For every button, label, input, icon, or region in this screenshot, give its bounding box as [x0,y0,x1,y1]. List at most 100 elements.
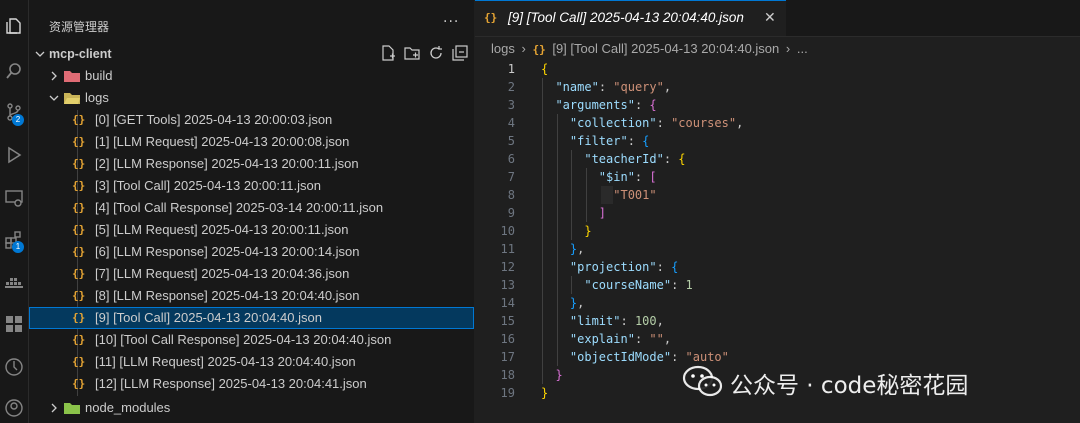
activity-bar: 2 1 [0,0,29,423]
code-line: "arguments": { [555,98,657,112]
file-item[interactable]: {} [1] [LLM Request] 2025-04-13 20:00:08.… [29,131,474,153]
code-line: "courseName": 1 [584,278,693,292]
remote-explorer-icon[interactable] [4,188,24,208]
json-file-icon: {} [72,333,86,346]
json-key: "filter" [569,134,628,148]
build-folder-icon [64,71,80,82]
file-label: [0] [GET Tools] 2025-04-13 20:00:03.json [95,112,333,127]
json-file-icon: {} [72,355,86,368]
file-label: [10] [Tool Call Response] 2025-04-13 20:… [95,332,392,347]
sidebar-title: 资源管理器 [49,20,110,34]
json-file-icon: {} [72,223,86,236]
code-line: "projection": { [569,260,679,274]
json-file-icon: {} [532,43,546,56]
json-file-icon: {} [72,157,86,170]
apps-grid-icon[interactable] [4,314,24,334]
file-label: [3] [Tool Call] 2025-04-13 20:00:11.json [95,178,321,193]
json-file-icon: {} [72,201,86,214]
accounts-icon[interactable] [4,398,24,418]
source-control-badge: 2 [12,114,24,126]
breadcrumb-symbol[interactable]: ... [797,41,808,56]
json-string: "T001" [613,188,657,202]
collapse-all-icon[interactable] [452,45,468,61]
json-file-icon: {} [72,113,86,126]
json-key: "objectIdMode" [569,350,672,364]
file-item[interactable]: {} [5] [LLM Request] 2025-04-13 20:00:11.… [29,219,474,241]
code-line: } [584,224,592,238]
json-key: "arguments" [555,98,635,112]
json-key: "limit" [569,314,621,328]
file-item[interactable]: {} [9] [Tool Call] 2025-04-13 20:04:40.js… [29,307,474,329]
code-line: "name": "query", [555,80,672,94]
chevron-right-icon [51,403,57,413]
json-key: "courseName" [584,278,672,292]
new-file-icon[interactable] [380,45,396,61]
file-label: [8] [LLM Response] 2025-04-13 20:04:40.j… [95,288,360,303]
file-item[interactable]: {} [0] [GET Tools] 2025-04-13 20:00:03.js… [29,109,474,131]
file-item[interactable]: {} [2] [LLM Response] 2025-04-13 20:00:11… [29,153,474,175]
code-line: }, [569,242,585,256]
folder-label: logs [85,90,109,105]
file-label: [2] [LLM Response] 2025-04-13 20:00:11.j… [95,156,359,171]
json-key: "$in" [598,170,635,184]
json-string: "courses" [671,116,737,130]
json-key: "name" [555,80,599,94]
json-file-icon: {} [72,311,86,324]
timeline-icon[interactable] [4,357,24,377]
more-actions-icon[interactable]: ··· [443,14,459,30]
json-key: "collection" [569,116,657,130]
folder-build[interactable]: build [29,65,474,87]
docker-icon[interactable] [4,272,24,292]
code-line: "T001" [475,186,1080,204]
file-label: [4] [Tool Call Response] 2025-03-14 20:0… [95,200,384,215]
explorer-icon[interactable] [4,16,24,36]
json-key: "explain" [569,332,635,346]
file-item[interactable]: {} [8] [LLM Response] 2025-04-13 20:04:40… [29,285,474,307]
file-label: [11] [LLM Request] 2025-04-13 20:04:40.j… [95,354,356,369]
json-file-icon: {} [72,245,86,258]
file-item[interactable]: {} [6] [LLM Response] 2025-04-13 20:00:14… [29,241,474,263]
folder-logs[interactable]: logs [29,87,474,109]
json-number: 100 [634,314,657,328]
wechat-logo-icon [682,365,723,397]
file-item[interactable]: {} [12] [LLM Response] 2025-04-13 20:04:4… [29,373,474,395]
logs-folder-icon [64,93,80,104]
tab-active-file[interactable]: {} [9] [Tool Call] 2025-04-13 20:04:40.j… [475,0,786,36]
file-item[interactable]: {} [7] [LLM Request] 2025-04-13 20:04:36.… [29,263,474,285]
file-item[interactable]: {} [10] [Tool Call Response] 2025-04-13 2… [29,329,474,351]
file-label: [5] [LLM Request] 2025-04-13 20:00:11.js… [95,222,349,237]
json-file-icon: {} [72,377,86,390]
file-item[interactable]: {} [11] [LLM Request] 2025-04-13 20:04:40… [29,351,474,373]
extensions-badge: 1 [12,241,24,253]
tab-bar: {} [9] [Tool Call] 2025-04-13 20:04:40.j… [475,0,1080,37]
json-key: "projection" [569,260,657,274]
breadcrumb: logs › {} [9] [Tool Call] 2025-04-13 20:… [491,41,811,56]
json-file-icon: {} [72,289,86,302]
chevron-right-icon: › [521,41,526,56]
code-line: "explain": "", [569,332,672,346]
json-file-icon: {} [72,135,86,148]
file-label: [12] [LLM Response] 2025-04-13 20:04:41.… [95,376,367,391]
code-line: "$in": [ [598,170,657,184]
code-line: "filter": { [569,134,650,148]
folder-label: build [85,68,113,83]
file-item[interactable]: {} [3] [Tool Call] 2025-04-13 20:00:11.js… [29,175,474,197]
folder-node-modules[interactable]: node_modules [29,397,474,419]
folder-label: node_modules [85,400,171,415]
watermark-text: 公众号 · code秘密花园 [730,373,969,399]
json-key: "teacherId" [584,152,664,166]
breadcrumb-folder[interactable]: logs [491,41,515,56]
json-string: "auto" [685,350,729,364]
close-icon[interactable]: ✕ [764,10,776,26]
chevron-down-icon [35,51,45,57]
node-modules-folder-icon [64,403,80,414]
search-icon[interactable] [4,61,24,81]
run-debug-icon[interactable] [4,145,24,165]
new-folder-icon[interactable] [404,45,420,61]
breadcrumb-file[interactable]: [9] [Tool Call] 2025-04-13 20:04:40.json [552,41,779,56]
file-item[interactable]: {} [4] [Tool Call Response] 2025-03-14 20… [29,197,474,219]
code-line: "collection": "courses", [569,116,744,130]
file-label: [1] [LLM Request] 2025-04-13 20:00:08.js… [95,134,350,149]
code-line: { [541,62,549,76]
refresh-icon[interactable] [428,45,444,61]
